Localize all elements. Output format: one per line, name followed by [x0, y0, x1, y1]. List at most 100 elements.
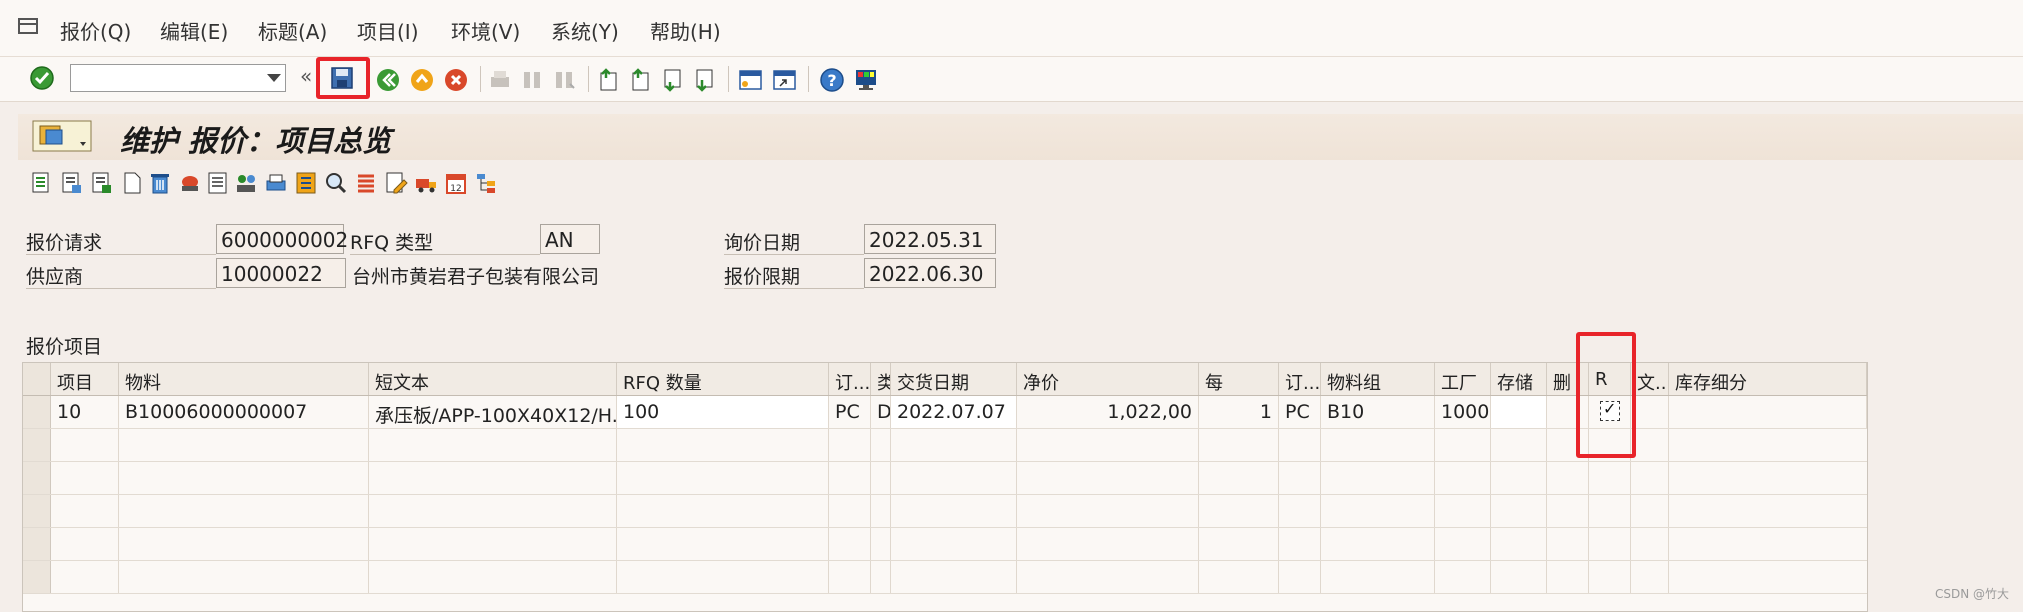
- toolbar-separator: [588, 66, 589, 92]
- change-icon[interactable]: [384, 170, 408, 196]
- back-icon[interactable]: [374, 66, 402, 94]
- col-stock-segment[interactable]: 库存细分: [1669, 363, 1867, 395]
- partners-icon[interactable]: [234, 170, 258, 196]
- menu-window-icon[interactable]: [16, 16, 42, 38]
- item-details-icon[interactable]: [90, 170, 114, 196]
- empty-cell: [1491, 561, 1547, 593]
- col-per[interactable]: 每: [1199, 363, 1279, 395]
- exit-icon[interactable]: [408, 66, 436, 94]
- empty-cell: [1321, 528, 1435, 560]
- menu-app-icon[interactable]: [32, 120, 92, 152]
- cell-short-text[interactable]: 承压板/APP-100X40X12/H...: [369, 396, 617, 428]
- empty-cell: [369, 528, 617, 560]
- customize-layout-icon[interactable]: [852, 66, 880, 94]
- check-icon[interactable]: [28, 64, 56, 92]
- menu-system[interactable]: 系统(Y): [551, 16, 619, 45]
- col-delivery-date[interactable]: 交货日期: [891, 363, 1017, 395]
- cell-per[interactable]: 1: [1199, 396, 1279, 428]
- menu-quotation[interactable]: 报价(Q): [60, 16, 131, 45]
- cell-delivery-date[interactable]: 2022.07.07: [891, 396, 1017, 428]
- find-icon[interactable]: [518, 66, 546, 94]
- print-output-icon[interactable]: [264, 170, 288, 196]
- menu-help[interactable]: 帮助(H): [650, 16, 721, 45]
- rfq-number-field[interactable]: 6000000002: [216, 224, 348, 254]
- col-text[interactable]: 文...: [1631, 363, 1669, 395]
- cancel-icon[interactable]: [442, 66, 470, 94]
- menu-environment[interactable]: 环境(V): [451, 16, 520, 45]
- row-selector[interactable]: [23, 528, 51, 560]
- header-overview-icon[interactable]: [30, 170, 54, 196]
- col-item[interactable]: 项目: [51, 363, 119, 395]
- col-rfq-qty[interactable]: RFQ 数量: [617, 363, 829, 395]
- chevron-down-icon[interactable]: [267, 74, 281, 82]
- print-icon[interactable]: [486, 66, 514, 94]
- empty-cell: [1491, 429, 1547, 461]
- delivery-icon[interactable]: [414, 170, 438, 196]
- help-icon[interactable]: ?: [818, 66, 846, 94]
- cell-storage[interactable]: [1491, 396, 1547, 428]
- menu-header[interactable]: 标题(A): [258, 16, 327, 45]
- empty-cell: [369, 495, 617, 527]
- cell-order-unit: PC: [829, 396, 871, 428]
- empty-cell: [1631, 462, 1669, 494]
- empty-cell: [119, 561, 369, 593]
- search-icon[interactable]: [324, 170, 348, 196]
- prev-page-icon[interactable]: [626, 66, 654, 94]
- delete-icon[interactable]: [148, 170, 172, 196]
- row-selector[interactable]: [23, 561, 51, 593]
- row-selector[interactable]: [23, 495, 51, 527]
- quote-deadline-label-line: [724, 288, 864, 289]
- command-field[interactable]: [70, 64, 286, 92]
- shortcut-icon[interactable]: [770, 66, 798, 94]
- stamp-icon[interactable]: [178, 170, 202, 196]
- col-plant[interactable]: 工厂: [1435, 363, 1491, 395]
- calendar-icon[interactable]: 12: [444, 170, 468, 196]
- col-material-group[interactable]: 物料组: [1321, 363, 1435, 395]
- quote-deadline-field[interactable]: 2022.06.30: [864, 258, 996, 288]
- row-selector[interactable]: [23, 462, 51, 494]
- col-net-price[interactable]: 净价: [1017, 363, 1199, 395]
- col-order-unit[interactable]: 订...: [829, 363, 871, 395]
- cell-rfq-qty[interactable]: 100: [617, 396, 829, 428]
- empty-cell: [1279, 528, 1321, 560]
- empty-cell: [891, 528, 1017, 560]
- inquiry-date-field[interactable]: 2022.05.31: [864, 224, 996, 254]
- last-page-icon[interactable]: [690, 66, 718, 94]
- col-price-unit[interactable]: 订...: [1279, 363, 1321, 395]
- col-storage[interactable]: 存储: [1491, 363, 1547, 395]
- empty-cell: [1547, 561, 1589, 593]
- create-session-icon[interactable]: [736, 66, 764, 94]
- empty-cell: [1017, 561, 1199, 593]
- col-category[interactable]: 类: [871, 363, 891, 395]
- next-page-icon[interactable]: [658, 66, 686, 94]
- text-icon[interactable]: [206, 170, 230, 196]
- conditions-icon[interactable]: [294, 170, 318, 196]
- empty-cell: [1547, 462, 1589, 494]
- first-page-icon[interactable]: [594, 66, 622, 94]
- row-selector[interactable]: [23, 396, 51, 428]
- empty-cell: [1547, 528, 1589, 560]
- cell-material[interactable]: B10006000000007: [119, 396, 369, 428]
- col-material[interactable]: 物料: [119, 363, 369, 395]
- menu-edit[interactable]: 编辑(E): [160, 16, 228, 45]
- sort-icon[interactable]: [354, 170, 378, 196]
- cell-plant[interactable]: 1000: [1435, 396, 1491, 428]
- collapse-icon[interactable]: «: [300, 64, 312, 88]
- structure-icon[interactable]: [474, 170, 498, 196]
- menu-item[interactable]: 项目(I): [357, 16, 419, 45]
- cell-material-group[interactable]: B10: [1321, 396, 1435, 428]
- find-next-icon[interactable]: [550, 66, 578, 94]
- select-all-cell[interactable]: [23, 363, 51, 395]
- vendor-field[interactable]: 10000022: [216, 258, 346, 288]
- cell-net-price[interactable]: 1,022,00: [1017, 396, 1199, 428]
- rfq-type-field[interactable]: AN: [540, 224, 600, 254]
- new-document-icon[interactable]: [120, 170, 144, 196]
- col-short-text[interactable]: 短文本: [369, 363, 617, 395]
- empty-cell: [1199, 429, 1279, 461]
- row-selector[interactable]: [23, 429, 51, 461]
- empty-cell: [1589, 495, 1631, 527]
- empty-cell: [617, 528, 829, 560]
- empty-cell: [829, 528, 871, 560]
- empty-cell: [617, 429, 829, 461]
- header-details-icon[interactable]: [60, 170, 84, 196]
